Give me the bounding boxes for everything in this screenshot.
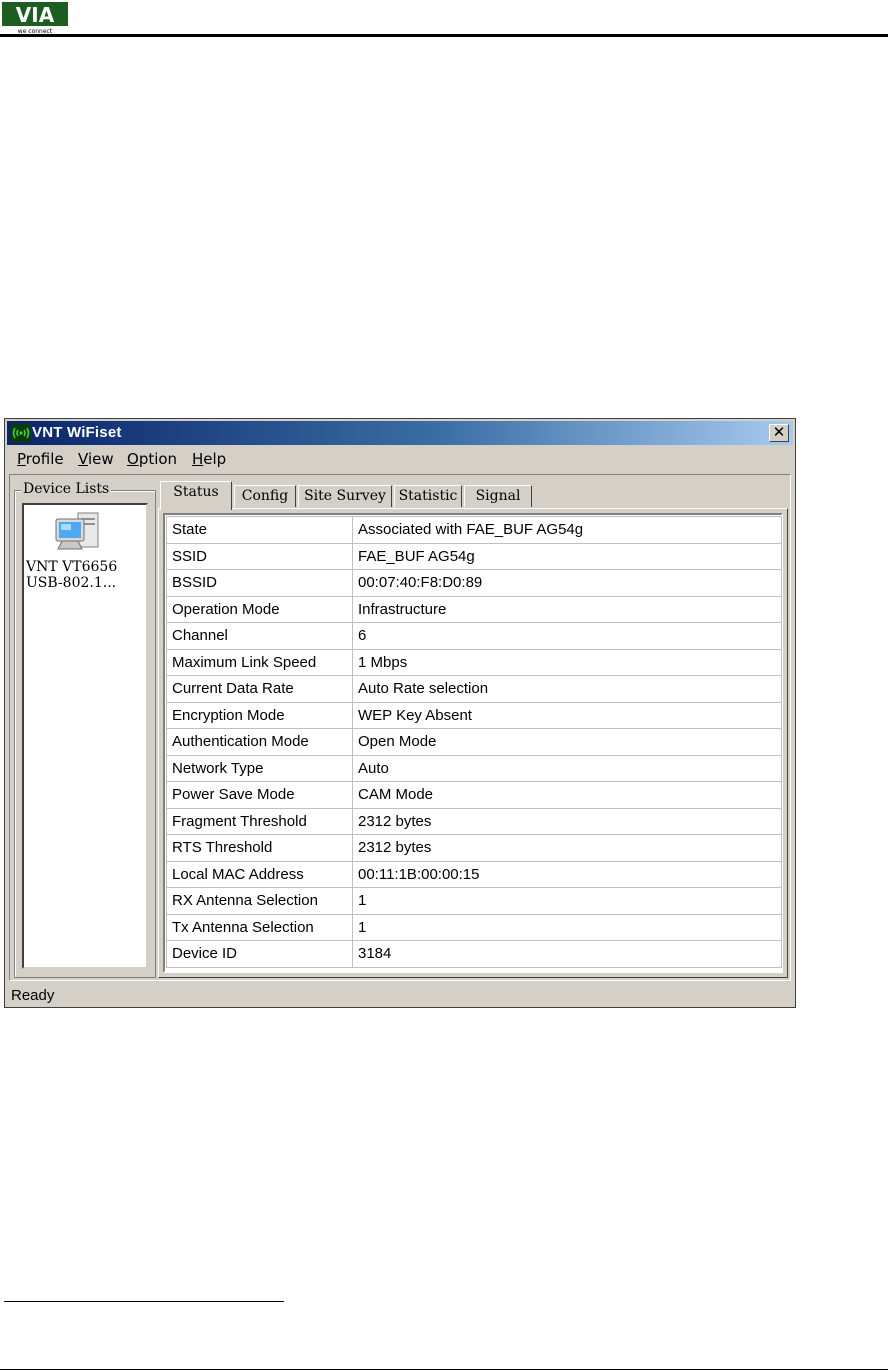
status-label: Maximum Link Speed: [166, 648, 353, 676]
status-value: 3184: [352, 940, 782, 968]
status-label: BSSID: [166, 569, 353, 597]
status-grid[interactable]: State Associated with FAE_BUF AG54g SSID F…: [163, 513, 783, 973]
table-row: Maximum Link Speed 1 Mbps: [166, 648, 782, 676]
tab-site-survey[interactable]: Site Survey: [298, 485, 392, 507]
status-label: Local MAC Address: [166, 860, 353, 888]
table-row: Device ID 3184: [166, 940, 782, 968]
status-label: State: [166, 516, 353, 544]
status-value: 6: [352, 622, 782, 650]
status-label: Tx Antenna Selection: [166, 913, 353, 941]
tab-status[interactable]: Status: [160, 481, 232, 510]
status-value: FAE_BUF AG54g: [352, 542, 782, 570]
status-label: Power Save Mode: [166, 781, 353, 809]
table-row: Channel 6: [166, 622, 782, 650]
status-label: RX Antenna Selection: [166, 887, 353, 915]
close-button[interactable]: ✕: [769, 424, 789, 442]
status-value: 1: [352, 887, 782, 915]
status-label: SSID: [166, 542, 353, 570]
status-value: Auto Rate selection: [352, 675, 782, 703]
tab-site-survey-label: Site Survey: [304, 488, 386, 504]
status-value: 2312 bytes: [352, 834, 782, 862]
table-row: Current Data Rate Auto Rate selection: [166, 675, 782, 703]
table-row: Encryption Mode WEP Key Absent: [166, 701, 782, 729]
device-name: VNT VT6656 USB-802.1...: [26, 559, 146, 591]
tab-config-label: Config: [241, 488, 289, 504]
tab-config[interactable]: Config: [234, 485, 296, 507]
wifiset-window: VNT WiFiset ✕ Profile View Option Help D…: [4, 418, 796, 1008]
computer-icon: [55, 512, 99, 550]
status-value: 1 Mbps: [352, 648, 782, 676]
status-value: 00:07:40:F8:D0:89: [352, 569, 782, 597]
via-logo: VIA we connect: [2, 2, 68, 34]
tab-statistic-label: Statistic: [398, 488, 458, 504]
table-row: Local MAC Address 00:11:1B:00:00:15: [166, 860, 782, 888]
status-label: RTS Threshold: [166, 834, 353, 862]
title-bar[interactable]: VNT WiFiset ✕: [7, 421, 793, 445]
device-name-line1: VNT VT6656: [26, 559, 118, 575]
device-list[interactable]: VNT VT6656 USB-802.1...: [22, 503, 148, 969]
table-row: State Associated with FAE_BUF AG54g: [166, 516, 782, 544]
menu-help[interactable]: Help: [192, 450, 226, 468]
menu-view[interactable]: View: [78, 450, 114, 468]
status-label: Device ID: [166, 940, 353, 968]
menu-option[interactable]: Option: [127, 450, 177, 468]
status-label: Current Data Rate: [166, 675, 353, 703]
table-row: Operation Mode Infrastructure: [166, 595, 782, 623]
status-label: Channel: [166, 622, 353, 650]
status-value: WEP Key Absent: [352, 701, 782, 729]
table-row: Tx Antenna Selection 1: [166, 913, 782, 941]
status-value: 2312 bytes: [352, 807, 782, 835]
wifi-app-icon: [11, 424, 31, 442]
table-row: Power Save Mode CAM Mode: [166, 781, 782, 809]
status-label: Operation Mode: [166, 595, 353, 623]
table-row: RX Antenna Selection 1: [166, 887, 782, 915]
status-value: CAM Mode: [352, 781, 782, 809]
status-value: 1: [352, 913, 782, 941]
tab-status-label: Status: [173, 484, 219, 500]
table-row: RTS Threshold 2312 bytes: [166, 834, 782, 862]
menu-bar: Profile View Option Help: [7, 447, 793, 471]
status-label: Network Type: [166, 754, 353, 782]
tab-signal-label: Signal: [475, 488, 521, 504]
status-value: Auto: [352, 754, 782, 782]
status-value: Associated with FAE_BUF AG54g: [352, 516, 782, 544]
svg-text:VIA: VIA: [16, 3, 55, 27]
status-table: State Associated with FAE_BUF AG54g SSID F…: [166, 516, 782, 968]
status-label: Authentication Mode: [166, 728, 353, 756]
tab-signal[interactable]: Signal: [464, 485, 532, 507]
table-row: Fragment Threshold 2312 bytes: [166, 807, 782, 835]
status-label: Fragment Threshold: [166, 807, 353, 835]
tab-statistic[interactable]: Statistic: [394, 485, 462, 507]
table-row: Network Type Auto: [166, 754, 782, 782]
close-icon: ✕: [772, 423, 786, 441]
footer-rule: [0, 1369, 888, 1370]
status-value: Open Mode: [352, 728, 782, 756]
tab-strip: Status Config Site Survey Statistic Sign…: [158, 481, 788, 510]
status-tab-panel: State Associated with FAE_BUF AG54g SSID F…: [158, 508, 788, 978]
table-row: SSID FAE_BUF AG54g: [166, 542, 782, 570]
device-name-line2: USB-802.1...: [26, 575, 117, 591]
status-value: Infrastructure: [352, 595, 782, 623]
footnote-rule: [4, 1301, 284, 1302]
status-label: Encryption Mode: [166, 701, 353, 729]
status-bar: Ready: [7, 984, 793, 1006]
device-lists-group: Device Lists VNT VT6656 USB-802.1...: [14, 481, 156, 978]
menu-profile[interactable]: Profile: [17, 450, 64, 468]
window-title: VNT WiFiset: [32, 424, 122, 441]
header-rule: [0, 34, 888, 37]
table-row: BSSID 00:07:40:F8:D0:89: [166, 569, 782, 597]
status-bar-text: Ready: [11, 987, 55, 1004]
status-value: 00:11:1B:00:00:15: [352, 860, 782, 888]
device-lists-label: Device Lists: [21, 481, 112, 497]
client-area: Device Lists VNT VT6656 USB-802.1... Sta…: [9, 474, 791, 981]
table-row: Authentication Mode Open Mode: [166, 728, 782, 756]
